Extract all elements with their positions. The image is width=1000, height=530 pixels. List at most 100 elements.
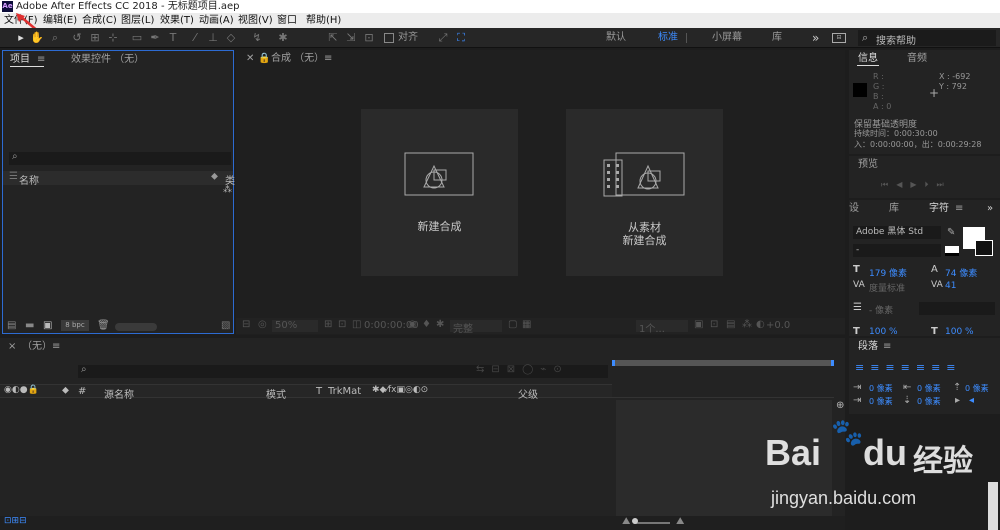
roto-brush-tool-icon[interactable]: ↯ [250,31,264,45]
region-icon[interactable]: ▢ [508,319,517,330]
workspace-default[interactable]: 默认 [606,31,626,45]
menu-view[interactable]: 视图(V) [238,13,273,28]
horizontal-scale-value[interactable]: 100 % [945,327,974,337]
menu-layer[interactable]: 图层(L) [121,13,154,28]
workspace-small-screen[interactable]: 小屏幕 [712,31,742,45]
panel-menu-icon[interactable]: ≡ [52,338,60,356]
exposure-icon[interactable]: ◐ [756,319,765,330]
pan-behind-tool-icon[interactable]: ⊹ [106,31,120,45]
kerning-value[interactable]: 度量标准 [869,281,905,294]
label-tag-icon[interactable]: ⬥ [62,385,69,396]
leading-value[interactable]: 74 像素 [945,266,977,279]
brush-tool-icon[interactable]: ⁄ [188,31,202,45]
new-composition-card[interactable]: 新建合成 [361,109,518,276]
col-t[interactable]: T [316,386,322,397]
timecode-field[interactable]: 0:00:00:00 [362,320,419,332]
stroke-swatch-icon[interactable] [945,246,959,256]
flowchart-icon[interactable]: ⁂ [223,185,232,195]
zoom-out-icon[interactable]: ⛰ [622,516,630,527]
stroke-color-swatch[interactable] [975,240,993,256]
toggle-switches-icon[interactable]: ⊡⊞⊟ [4,516,27,526]
col-parent[interactable]: 父级 [518,386,538,401]
col-trkmat[interactable]: TrkMat [328,386,361,397]
tab-composition[interactable]: 合成 （无） [271,50,324,68]
playback-controls-icon[interactable]: ⏮◀▶⏵⏭ [881,180,952,190]
vertical-scale-value[interactable]: 100 % [869,327,898,337]
layer-switches-icon[interactable]: ✱◆⁄fx▣◎◐⊙ [372,385,428,395]
stroke-order-dropdown[interactable] [919,302,995,315]
indent-left-value[interactable]: 0 像素 [869,383,893,394]
tab-paragraph[interactable]: 段落 [858,338,878,356]
new-folder-icon[interactable]: ▬ [25,320,34,331]
font-style-dropdown[interactable]: - [853,244,941,257]
preview-icon[interactable]: ⊟ [242,319,250,330]
zoom-dropdown[interactable]: 50% [272,320,318,332]
zoom-slider-thumb[interactable] [632,518,638,524]
search-help-toggle-icon[interactable]: ⊟ [832,33,846,43]
label-tag-icon[interactable]: ⬥ [211,171,218,182]
alignment-buttons-icon[interactable]: ≡≡≡≡≡≡≡ [855,361,962,374]
exposure-value[interactable]: +0.0 [766,320,790,331]
lock-icon[interactable]: 🔒 [258,50,270,68]
resize-grip-icon[interactable]: ▧ [221,320,230,331]
trash-icon[interactable]: 🗑 [97,320,110,331]
local-axis-icon[interactable]: ⇱ [326,31,340,45]
eraser-tool-icon[interactable]: ◇ [224,31,238,45]
av-features-icon[interactable]: ◉◐●🔒 [4,385,39,395]
space-after-value[interactable]: 0 像素 [917,396,941,407]
tab-character[interactable]: 字符 [929,200,949,218]
menu-help[interactable]: 帮助(H) [306,13,341,28]
tab-library[interactable]: 库 [889,200,899,218]
snap-option-icon[interactable]: ⤢ [436,31,450,45]
thumbnail-slider[interactable] [115,323,157,331]
space-before-value[interactable]: 0 像素 [965,383,989,394]
panel-menu-icon[interactable]: ≡ [883,338,891,356]
direction-ltr-icon[interactable]: ▸ [955,395,960,406]
timeline-switches-icon[interactable]: ⇆⊟⊠◯⌁⊙ [476,364,569,375]
world-axis-icon[interactable]: ⇲ [344,31,358,45]
grid-icon[interactable]: ⊡ [338,319,346,330]
project-search-input[interactable]: ⌕ [9,151,231,165]
interpret-footage-icon[interactable]: ▤ [7,320,16,331]
close-icon[interactable]: × [8,338,16,356]
panel-menu-icon[interactable]: ≡ [324,50,332,68]
channel-icon[interactable]: ✱ [436,319,444,330]
workspace-more[interactable]: » [812,31,819,45]
rotate-tool-icon[interactable]: ↺ [70,31,84,45]
tab-audio[interactable]: 音频 [907,50,927,68]
tracking-value[interactable]: 41 [945,281,956,291]
panel-menu-icon[interactable]: ≡ [955,200,963,218]
font-size-value[interactable]: 179 像素 [869,266,907,279]
show-snapshot-icon[interactable]: ♦ [422,319,431,330]
menu-edit[interactable]: 编辑(E) [43,13,77,28]
tab-timeline[interactable]: （无） [22,338,52,356]
zoom-in-icon[interactable]: ⛰ [676,516,684,527]
panel-menu-icon[interactable]: ≡ [37,51,45,69]
resolution-icon[interactable]: ⊞ [324,319,332,330]
workspace-standard[interactable]: 标准 [658,31,678,45]
comp-viewer-lock-icon[interactable]: ✕ [246,50,254,68]
guides-icon[interactable]: ◫ [352,319,361,330]
eyedropper-icon[interactable]: ✎ [947,227,955,238]
panel-more[interactable]: » [987,200,993,218]
menu-window[interactable]: 窗口 [277,13,297,28]
tab-effect-controls[interactable]: 效果控件 （无） [71,51,144,69]
snapshot-icon[interactable]: ◉ [408,319,417,330]
first-line-indent-value[interactable]: 0 像素 [869,396,893,407]
view-axis-icon[interactable]: ⊡ [362,31,376,45]
camera-tool-icon[interactable]: ⊞ [88,31,102,45]
flowchart-icon[interactable]: ⁂ [742,319,752,330]
bpc-button[interactable]: 8 bpc [61,320,89,331]
quality-dropdown[interactable]: 完整 [450,320,502,335]
time-ruler[interactable] [612,366,834,398]
new-comp-icon[interactable]: ▣ [43,320,52,331]
direction-rtl-icon[interactable]: ◂ [969,395,974,406]
indent-right-value[interactable]: 0 像素 [917,383,941,394]
col-source-name[interactable]: 源名称 [104,386,134,401]
type-tool-icon[interactable]: T [166,31,180,45]
menu-composition[interactable]: 合成(C) [82,13,117,28]
stroke-width-value[interactable]: - 像素 [869,303,893,316]
comp-button-icon[interactable]: ⊕ [836,400,844,411]
col-name[interactable]: 名称 [19,172,39,187]
timeline-icon[interactable]: ▤ [726,319,735,330]
